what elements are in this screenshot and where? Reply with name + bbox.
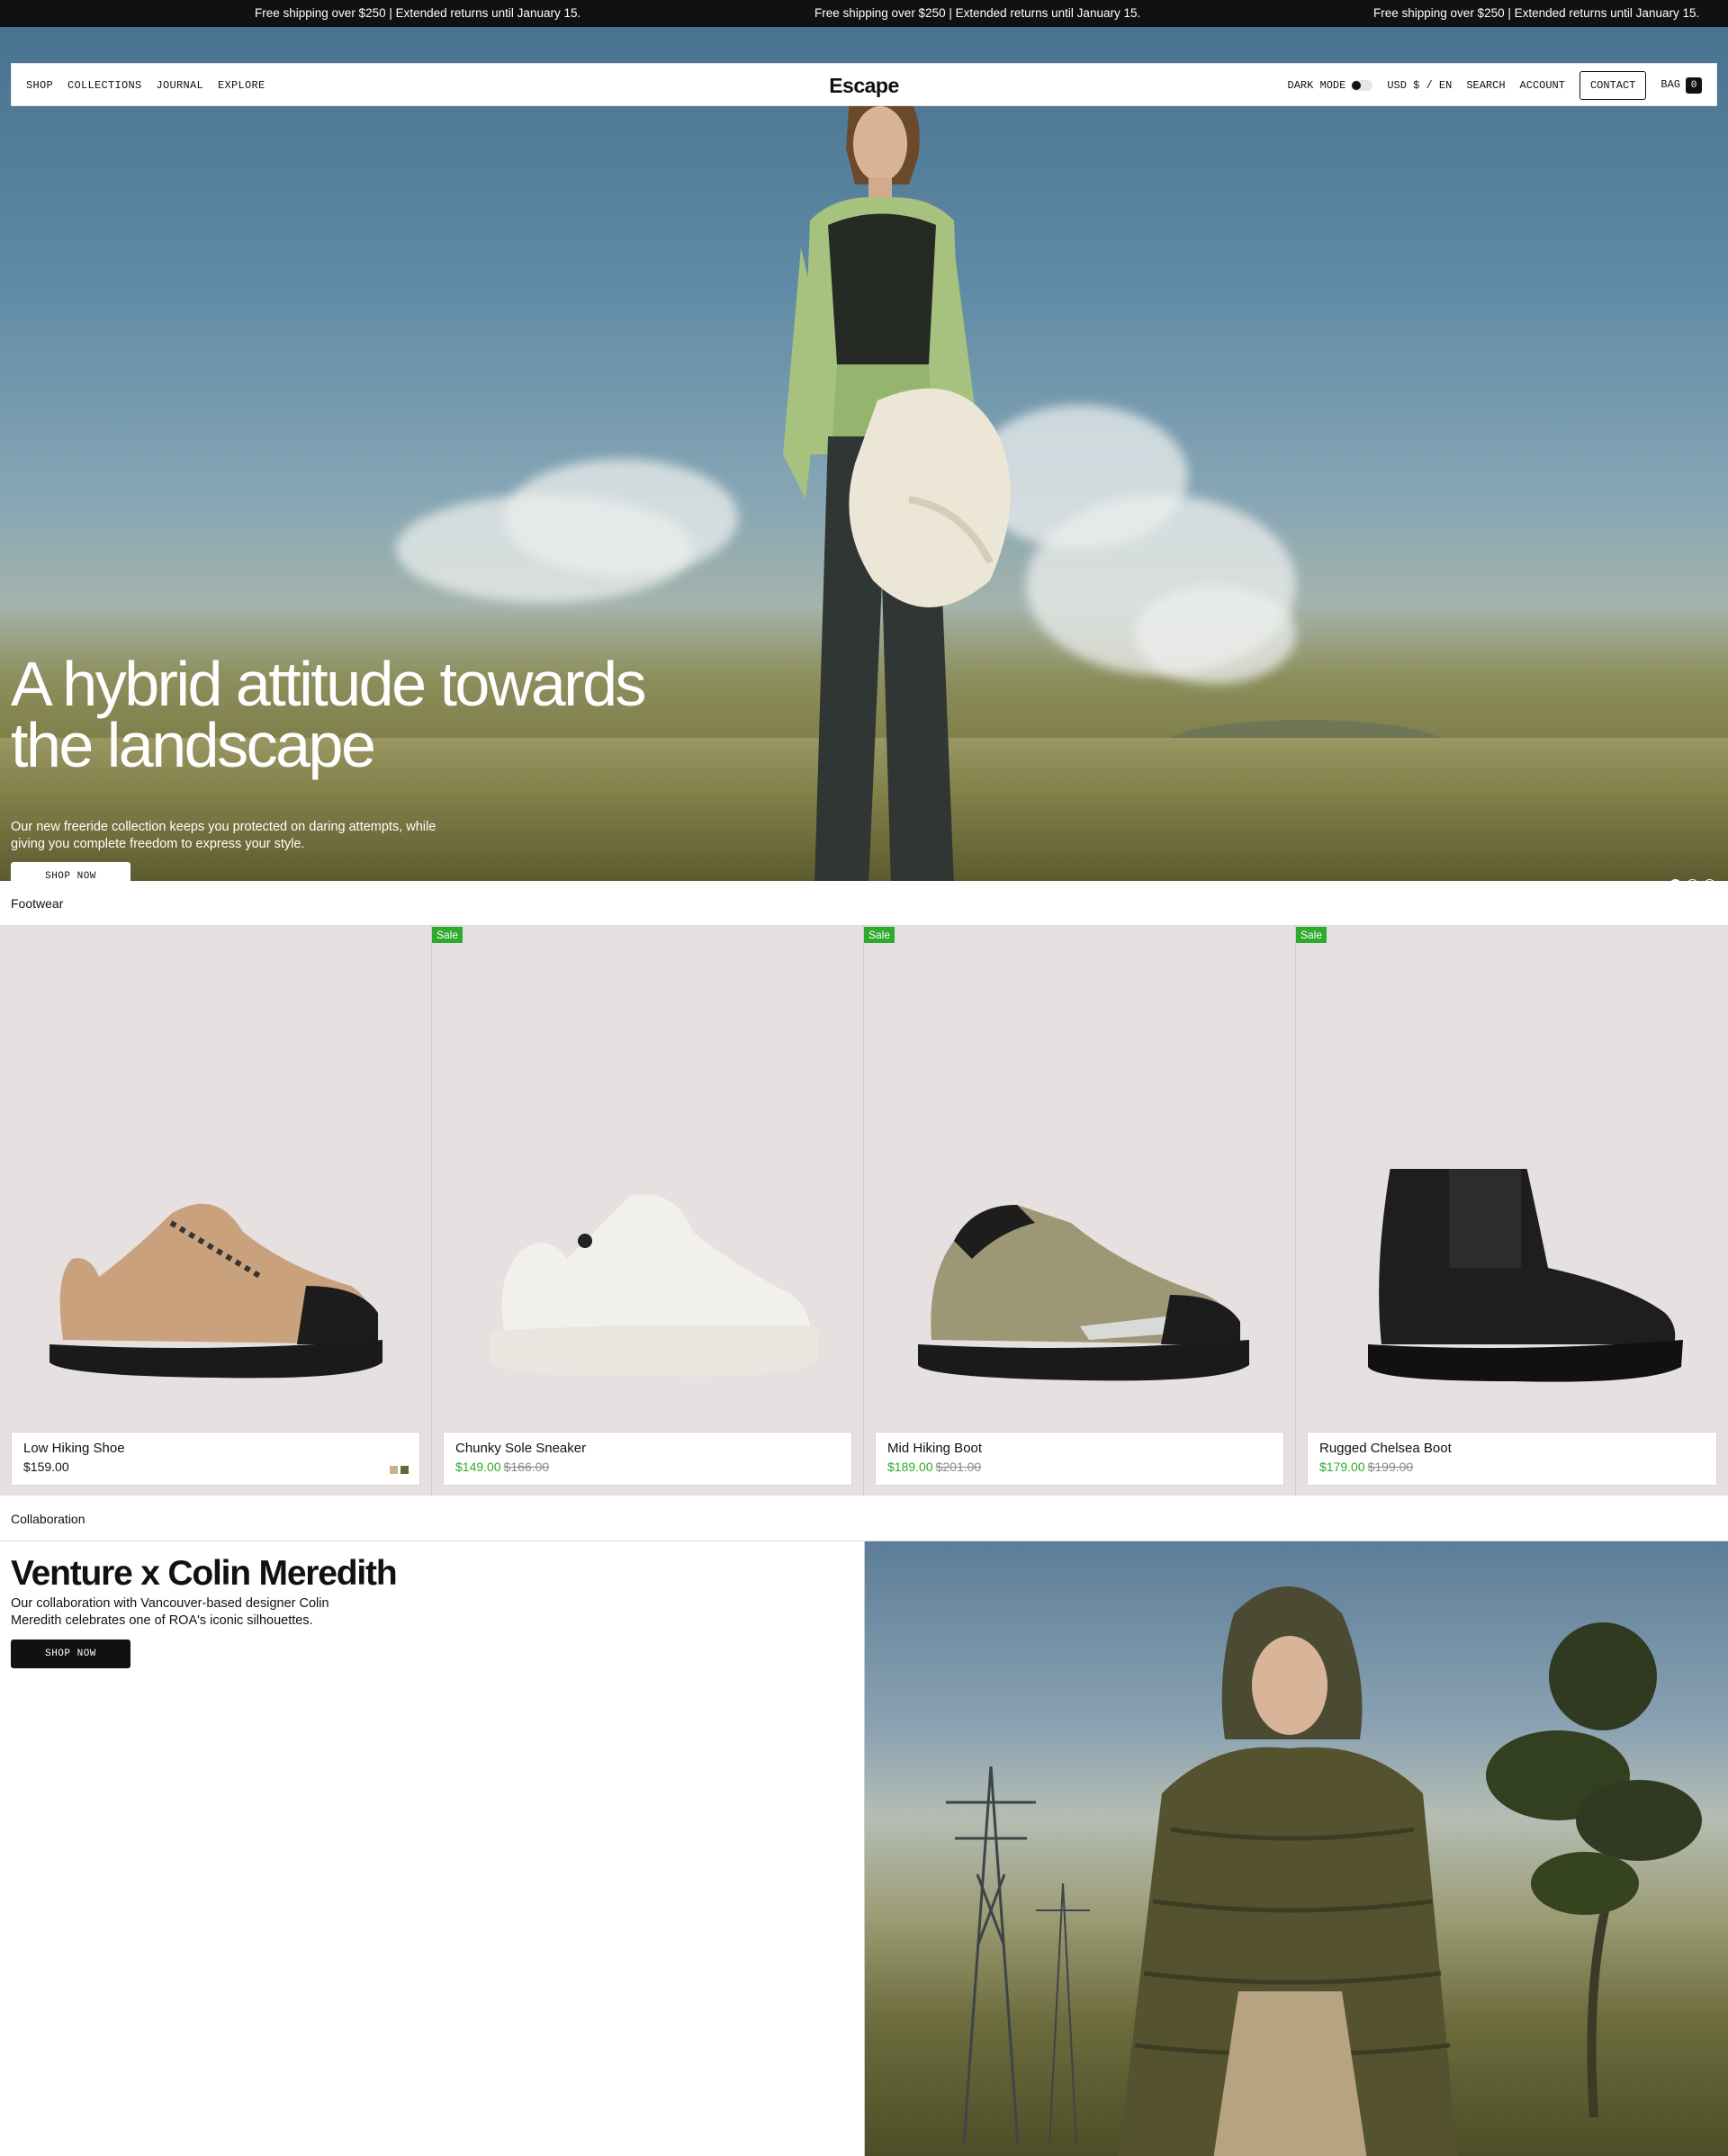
product-info[interactable]: Mid Hiking Boot $189.00 $201.00 xyxy=(875,1432,1284,1486)
product-name[interactable]: Low Hiking Shoe xyxy=(23,1441,408,1456)
mid-hiking-boot-image xyxy=(918,1205,1249,1381)
product-name[interactable]: Rugged Chelsea Boot xyxy=(1319,1441,1705,1456)
hero-model-figure xyxy=(783,76,1011,881)
sale-badge: Sale xyxy=(1296,927,1328,943)
collaboration-title: Venture x Colin Meredith xyxy=(11,1554,398,1593)
hero-banner: SHOP COLLECTIONS JOURNAL EXPLORE Escape … xyxy=(0,27,1728,881)
announcement-bar: Free shipping over $250 | Extended retur… xyxy=(0,0,1728,27)
product-info[interactable]: Low Hiking Shoe $159.00 xyxy=(11,1432,420,1486)
sale-price: $189.00 xyxy=(887,1460,933,1474)
nav-journal[interactable]: JOURNAL xyxy=(157,79,204,92)
product-card[interactable]: Low Hiking Shoe $159.00 xyxy=(0,926,432,1496)
dark-mode-toggle[interactable]: DARK MODE xyxy=(1288,79,1373,92)
utility-nav: DARK MODE USD $ / EN SEARCH ACCOUNT CONT… xyxy=(1288,64,1702,107)
carousel-dot-1[interactable] xyxy=(1670,879,1681,881)
dark-mode-label: DARK MODE xyxy=(1287,79,1346,92)
account-link[interactable]: ACCOUNT xyxy=(1520,79,1565,92)
announcement-text: Free shipping over $250 | Extended retur… xyxy=(814,6,1141,20)
hero-subtitle: Our new freeride collection keeps you pr… xyxy=(11,820,436,851)
bag-count-badge: 0 xyxy=(1686,77,1702,94)
product-price: $189.00 $201.00 xyxy=(887,1460,1272,1474)
collaboration-section-label: Collaboration xyxy=(11,1512,86,1526)
collaboration-shop-now-button[interactable]: SHOP NOW xyxy=(11,1639,130,1668)
carousel-dot-2[interactable] xyxy=(1687,879,1698,881)
bag-link[interactable]: BAG 0 xyxy=(1660,77,1702,94)
original-price: $201.00 xyxy=(935,1460,982,1474)
toggle-switch-icon[interactable] xyxy=(1351,79,1373,91)
sale-badge: Sale xyxy=(432,927,464,943)
original-price: $166.00 xyxy=(503,1460,550,1474)
nav-explore[interactable]: EXPLORE xyxy=(218,79,266,92)
site-logo[interactable]: Escape xyxy=(829,74,899,98)
announcement-text: Free shipping over $250 | Extended retur… xyxy=(255,6,581,20)
search-link[interactable]: SEARCH xyxy=(1466,79,1505,92)
rugged-chelsea-boot-image xyxy=(1368,1169,1683,1382)
swatch-sand[interactable] xyxy=(390,1466,398,1474)
bag-label: BAG xyxy=(1660,78,1680,91)
sale-badge: Sale xyxy=(864,927,896,943)
carousel-dot-3[interactable] xyxy=(1704,879,1715,881)
product-info[interactable]: Chunky Sole Sneaker $149.00 $166.00 xyxy=(443,1432,852,1486)
hero-shop-now-button[interactable]: SHOP NOW xyxy=(11,862,130,881)
primary-nav: SHOP COLLECTIONS JOURNAL EXPLORE xyxy=(26,64,266,107)
collaboration-description: Our collaboration with Vancouver-based d… xyxy=(11,1596,329,1628)
hero-title: A hybrid attitude towards the landscape xyxy=(11,649,647,780)
hero-cloud xyxy=(1134,585,1296,684)
product-card[interactable]: Sale Mid Hiking Boot $189.00 $201.00 xyxy=(864,926,1296,1496)
sale-price: $179.00 xyxy=(1319,1460,1365,1474)
product-name[interactable]: Chunky Sole Sneaker xyxy=(455,1441,840,1456)
sale-price: $149.00 xyxy=(455,1460,501,1474)
swatch-olive[interactable] xyxy=(400,1466,409,1474)
chunky-sole-sneaker-image xyxy=(490,1194,819,1377)
product-grid: Low Hiking Shoe $159.00 Sale Chunky Sole… xyxy=(0,926,1728,1496)
locale-selector[interactable]: USD $ / EN xyxy=(1387,79,1452,92)
nav-shop[interactable]: SHOP xyxy=(26,79,53,92)
nav-collections[interactable]: COLLECTIONS xyxy=(68,79,142,92)
low-hiking-shoe-image xyxy=(50,1203,382,1379)
product-card[interactable]: Sale Rugged Chelsea Boot $179.00 $199.00 xyxy=(1296,926,1728,1496)
color-swatches xyxy=(390,1466,409,1474)
collaboration-model-figure xyxy=(1119,1586,1458,2156)
product-name[interactable]: Mid Hiking Boot xyxy=(887,1441,1272,1456)
product-price: $159.00 xyxy=(23,1460,69,1474)
product-price: $149.00 $166.00 xyxy=(455,1460,840,1474)
collaboration-image xyxy=(864,1541,1728,2156)
original-price: $199.00 xyxy=(1367,1460,1414,1474)
carousel-dots xyxy=(1670,879,1715,881)
announcement-text: Free shipping over $250 | Extended retur… xyxy=(1373,6,1700,20)
site-header: SHOP COLLECTIONS JOURNAL EXPLORE Escape … xyxy=(11,63,1717,106)
contact-button[interactable]: CONTACT xyxy=(1579,71,1647,100)
product-info[interactable]: Rugged Chelsea Boot $179.00 $199.00 xyxy=(1307,1432,1717,1486)
footwear-section-label: Footwear xyxy=(11,896,64,911)
product-card[interactable]: Sale Chunky Sole Sneaker $149.00 $166.00 xyxy=(432,926,864,1496)
product-price: $179.00 $199.00 xyxy=(1319,1460,1705,1474)
